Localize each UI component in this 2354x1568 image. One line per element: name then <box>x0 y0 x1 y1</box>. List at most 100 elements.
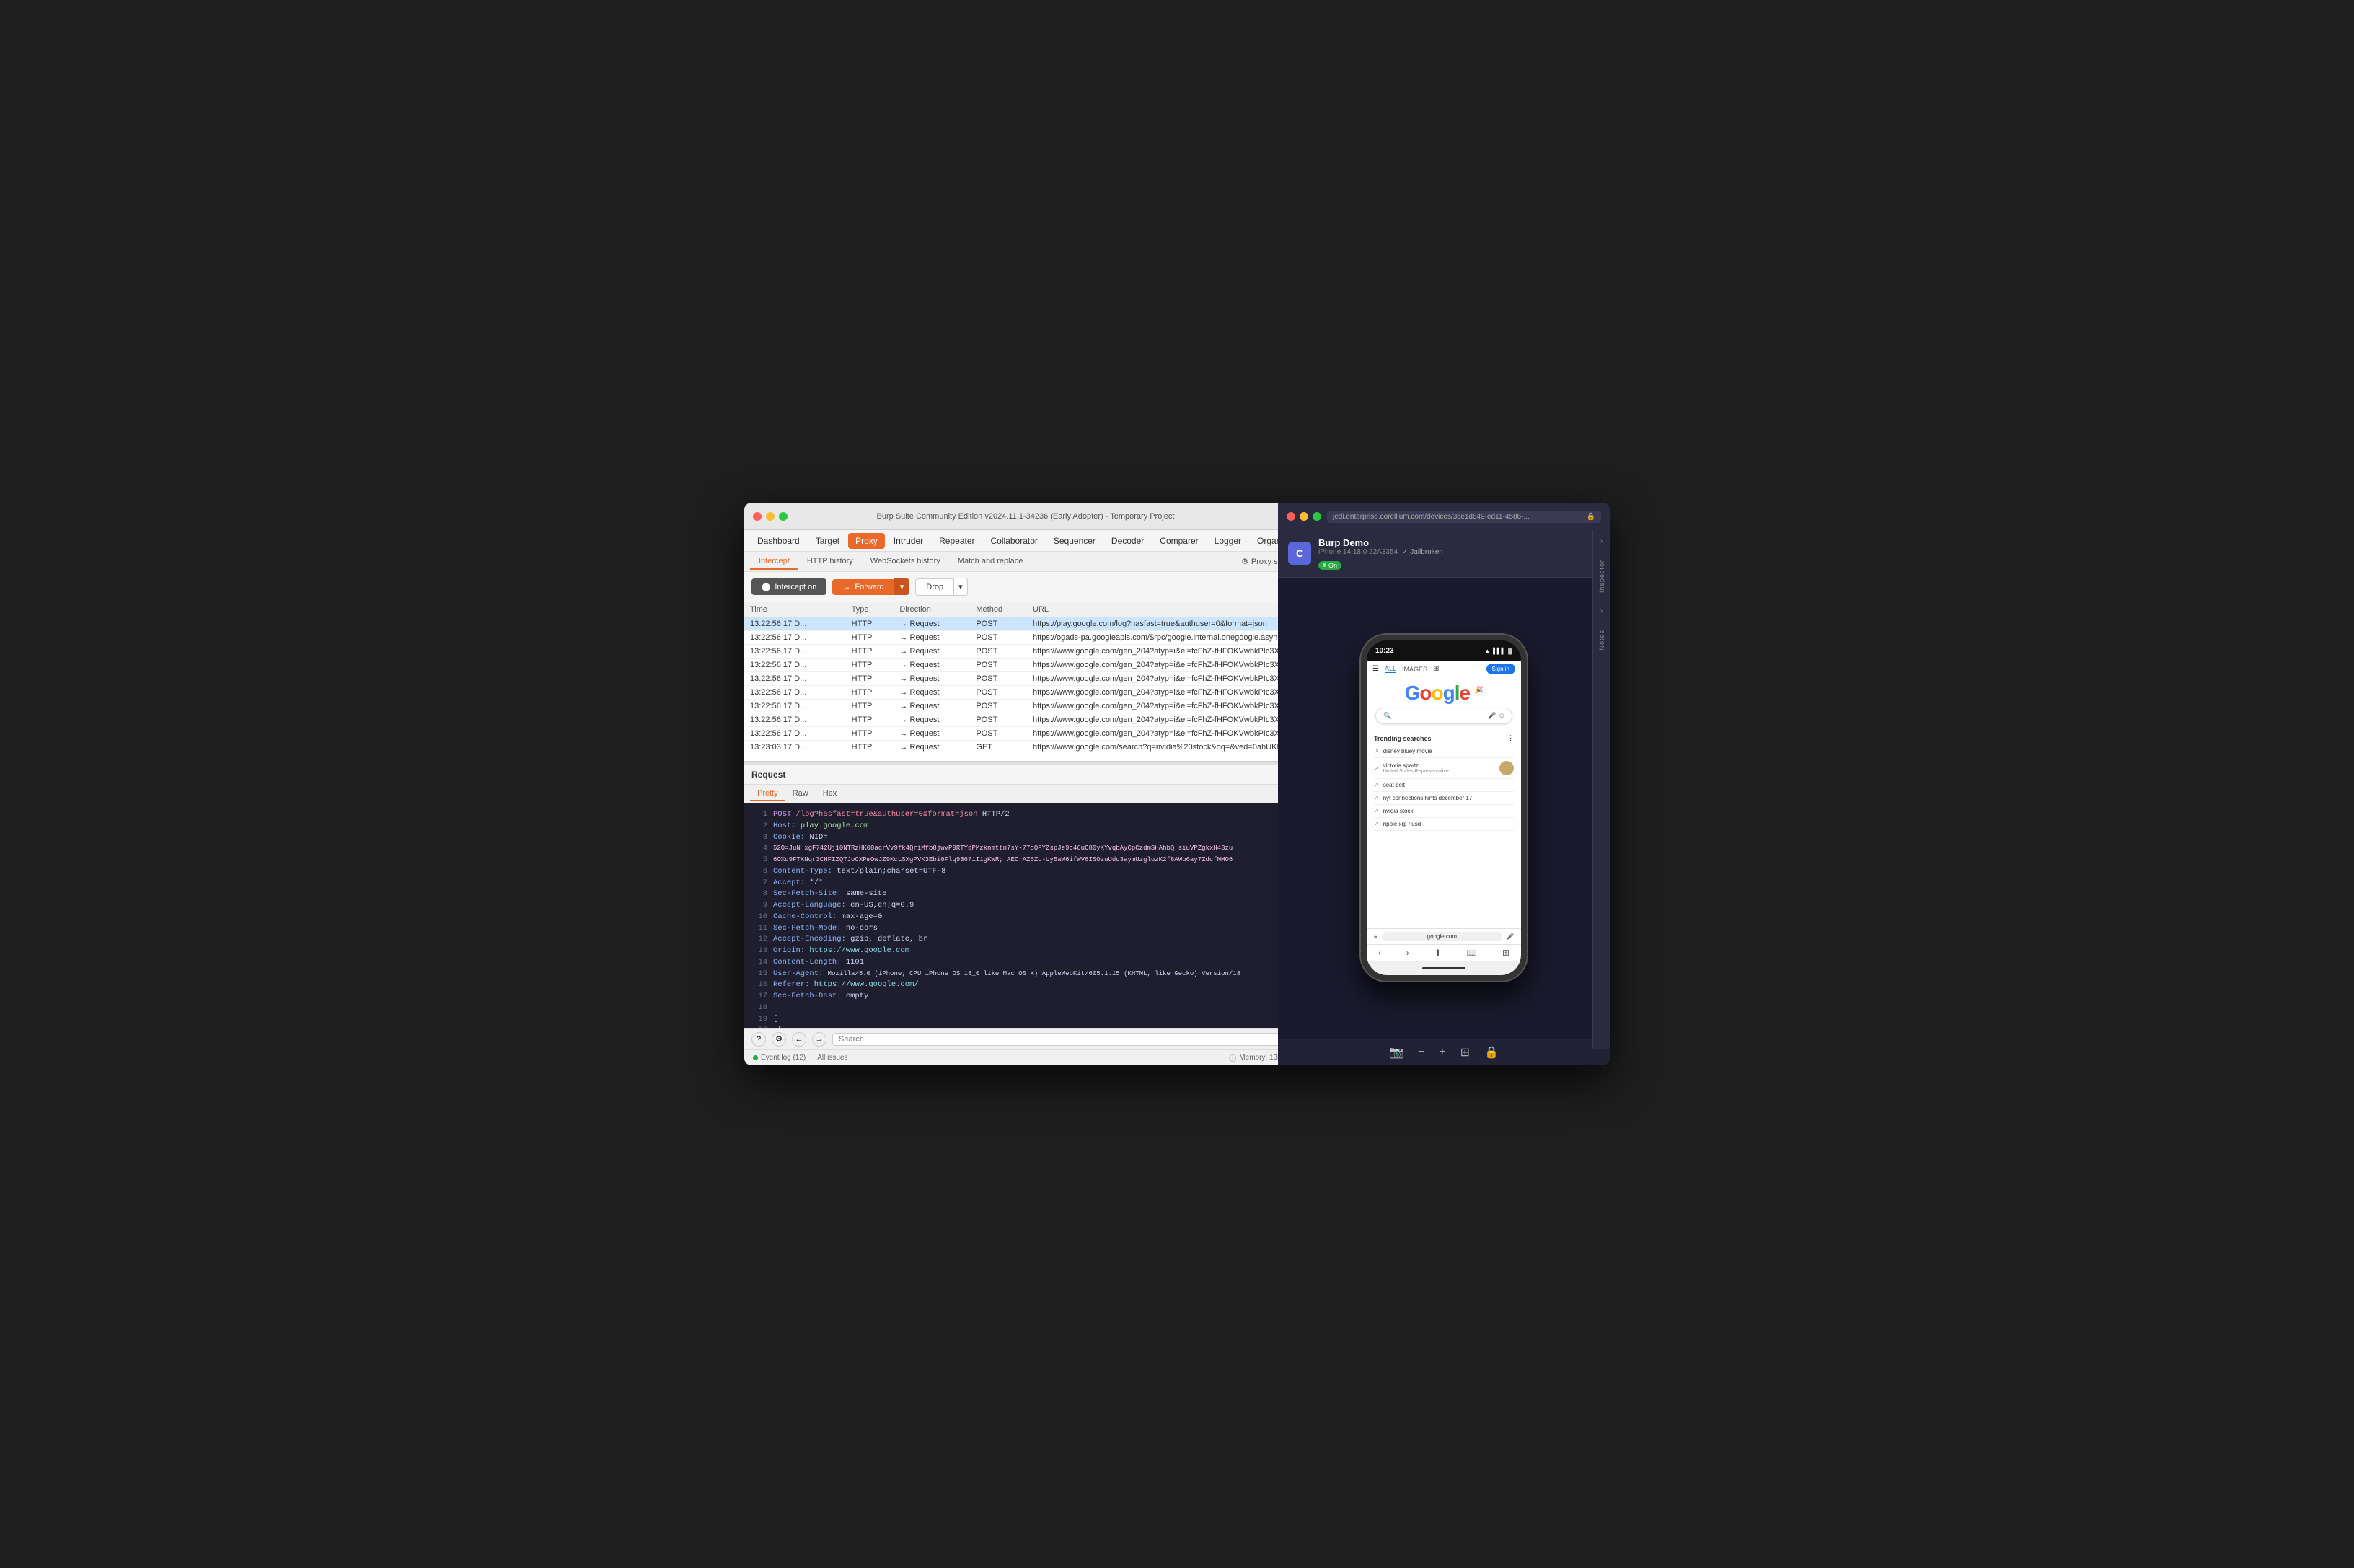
cell-type: HTTP <box>846 713 894 727</box>
cell-url: https://ogads-pa.googleapis.com/$rpc/goo… <box>1027 631 1307 645</box>
phone-notch: 10:23 ▲ ▌▌▌ ▓ <box>1367 640 1521 661</box>
bottom-bar: ? ⚙ ← → <box>744 1028 1307 1049</box>
google-search-box[interactable]: 🔍 🎤 ⊙ <box>1375 708 1512 724</box>
trending-text: victoria spartz United States Representa… <box>1383 762 1495 774</box>
menu-proxy[interactable]: Proxy <box>848 533 885 549</box>
all-issues-label: All issues <box>817 1054 847 1062</box>
menu-logger[interactable]: Logger <box>1207 533 1248 549</box>
menu-comparer[interactable]: Comparer <box>1152 533 1205 549</box>
mic-icon-small: 🎤 <box>1507 933 1514 940</box>
back-button[interactable]: ← <box>792 1032 806 1047</box>
code-line: 4520=JuN_xgF742Uj10NTRzHK08acrVv9fk4QriM… <box>750 843 1301 855</box>
volume-up-icon[interactable]: + <box>1439 1046 1445 1059</box>
trending-title-text: seat belt <box>1383 782 1514 788</box>
drop-dropdown-button[interactable]: ▾ <box>954 578 968 596</box>
trending-title-text: ripple xrp rlusd <box>1383 821 1514 827</box>
table-row[interactable]: 13:22:56 17 D... HTTP → Request POST htt… <box>744 659 1307 672</box>
menu-repeater[interactable]: Repeater <box>932 533 982 549</box>
trending-arrow-icon: ↗ <box>1374 782 1379 788</box>
phone-url-bar[interactable]: jedi.enterprise.corellium.com/devices/3c… <box>1327 511 1601 523</box>
device-details: iPhone 14 18.0 22A3354 ✓ Jailbroken <box>1318 548 1581 556</box>
tab-websockets-history[interactable]: WebSockets history <box>862 554 949 570</box>
trending-item[interactable]: ↗ nvidia stock <box>1374 805 1514 818</box>
tab-match-replace[interactable]: Match and replace <box>949 554 1032 570</box>
phone-maximize-btn[interactable] <box>1313 512 1321 521</box>
forward-button[interactable]: → Forward <box>832 579 894 595</box>
phone-controls: 📷 − + ⊞ 🔒 <box>1278 1039 1610 1065</box>
screenshot-icon[interactable]: 📷 <box>1389 1045 1403 1060</box>
menu-sequencer[interactable]: Sequencer <box>1046 533 1103 549</box>
phone-minimize-btn[interactable] <box>1300 512 1308 521</box>
trending-item[interactable]: ↗ ripple xrp rlusd <box>1374 818 1514 831</box>
search-input[interactable] <box>832 1033 1300 1046</box>
table-row[interactable]: 13:22:56 17 D... HTTP → Request POST htt… <box>744 713 1307 727</box>
reader-icon: ≡ <box>1374 933 1377 940</box>
nav-back-icon[interactable]: ‹ <box>1378 948 1381 958</box>
cell-direction: → Request <box>894 713 970 727</box>
google-tab-images[interactable]: IMAGES <box>1402 666 1427 673</box>
code-line: 11Sec-Fetch-Mode: no-cors <box>750 923 1301 935</box>
cell-type: HTTP <box>846 700 894 713</box>
lock-device-icon[interactable]: 🔒 <box>1484 1045 1499 1060</box>
request-panel-tabs: Pretty Raw Hex <box>744 785 1307 803</box>
help-button[interactable]: ? <box>751 1032 766 1047</box>
menu-target[interactable]: Target <box>808 533 847 549</box>
phone-browser-content: ☰ ALL IMAGES ⊞ Sign in Google 🎉 <box>1367 661 1521 928</box>
bookmarks-icon[interactable]: 📖 <box>1466 948 1477 958</box>
table-row[interactable]: 13:22:56 17 D... HTTP → Request POST htt… <box>744 617 1307 631</box>
forward-dropdown-button[interactable]: ▾ <box>894 578 910 595</box>
menu-intruder[interactable]: Intruder <box>886 533 930 549</box>
inspector-arrow-icon: › <box>1600 537 1603 545</box>
cell-method: POST <box>970 713 1027 727</box>
settings-device-icon[interactable]: ⊞ <box>1460 1045 1470 1060</box>
maximize-button[interactable] <box>779 512 788 521</box>
info-icon: ⓘ <box>1229 1052 1236 1063</box>
settings-button-small[interactable]: ⚙ <box>772 1032 786 1047</box>
table-row[interactable]: 13:22:56 17 D... HTTP → Request POST htt… <box>744 645 1307 659</box>
drop-button[interactable]: Drop <box>915 578 954 596</box>
code-line: 10Cache-Control: max-age=0 <box>750 912 1301 923</box>
intercept-toggle-button[interactable]: ⬤ Intercept on <box>751 578 826 595</box>
tab-raw[interactable]: Raw <box>785 787 816 801</box>
menu-decoder[interactable]: Decoder <box>1104 533 1151 549</box>
trending-item[interactable]: ↗ disney bluey movie <box>1374 745 1514 758</box>
trending-item[interactable]: ↗ seat belt <box>1374 779 1514 792</box>
table-row[interactable]: 13:22:56 17 D... HTTP → Request POST htt… <box>744 631 1307 645</box>
table-row[interactable]: 13:22:56 17 D... HTTP → Request POST htt… <box>744 700 1307 713</box>
trending-more-icon: ⋮ <box>1507 734 1514 742</box>
trending-item[interactable]: ↗ nyt connections hints december 17 <box>1374 792 1514 805</box>
table-row[interactable]: 13:22:56 17 D... HTTP → Request POST htt… <box>744 672 1307 686</box>
request-table: Time Type Direction Method URL 13:22:56 … <box>744 602 1307 761</box>
google-signin-button[interactable]: Sign in <box>1486 664 1515 674</box>
nav-forward-icon[interactable]: › <box>1406 948 1409 958</box>
cell-url: https://www.google.com/gen_204?atyp=i&ei… <box>1027 645 1307 659</box>
menu-dashboard[interactable]: Dashboard <box>750 533 807 549</box>
code-line: 18 <box>750 1003 1301 1014</box>
phone-browser-bar: ≡ google.com 🎤 <box>1367 928 1521 944</box>
tab-hex[interactable]: Hex <box>816 787 845 801</box>
cell-type: HTTP <box>846 659 894 672</box>
share-icon[interactable]: ⬆ <box>1434 948 1441 958</box>
menu-collaborator[interactable]: Collaborator <box>984 533 1045 549</box>
tab-intercept[interactable]: Intercept <box>750 554 798 570</box>
col-direction: Direction <box>894 602 970 617</box>
table-row[interactable]: 13:23:03 17 D... HTTP → Request GET http… <box>744 741 1307 754</box>
table-row[interactable]: 13:22:56 17 D... HTTP → Request POST htt… <box>744 727 1307 741</box>
google-tab-all[interactable]: ALL <box>1385 665 1396 673</box>
trending-item[interactable]: ↗ victoria spartz United States Represen… <box>1374 758 1514 779</box>
col-url: URL <box>1027 602 1307 617</box>
minimize-button[interactable] <box>766 512 775 521</box>
tabs-icon[interactable]: ⊞ <box>1502 948 1509 958</box>
phone-close-btn[interactable] <box>1287 512 1295 521</box>
forward-nav-button[interactable]: → <box>812 1032 826 1047</box>
tab-http-history[interactable]: HTTP history <box>798 554 862 570</box>
request-panel: Request Pretty Raw Hex 1POST /log?hasfas… <box>744 765 1307 1028</box>
volume-down-icon[interactable]: − <box>1418 1046 1424 1059</box>
request-body[interactable]: 1POST /log?hasfast=true&authuser=0&forma… <box>744 803 1307 1028</box>
cell-method: POST <box>970 700 1027 713</box>
table-row[interactable]: 13:22:56 17 D... HTTP → Request POST htt… <box>744 686 1307 700</box>
phone-address-bar[interactable]: google.com <box>1382 932 1502 941</box>
trending-title-text: nvidia stock <box>1383 808 1514 814</box>
tab-pretty[interactable]: Pretty <box>750 787 785 801</box>
close-button[interactable] <box>753 512 762 521</box>
